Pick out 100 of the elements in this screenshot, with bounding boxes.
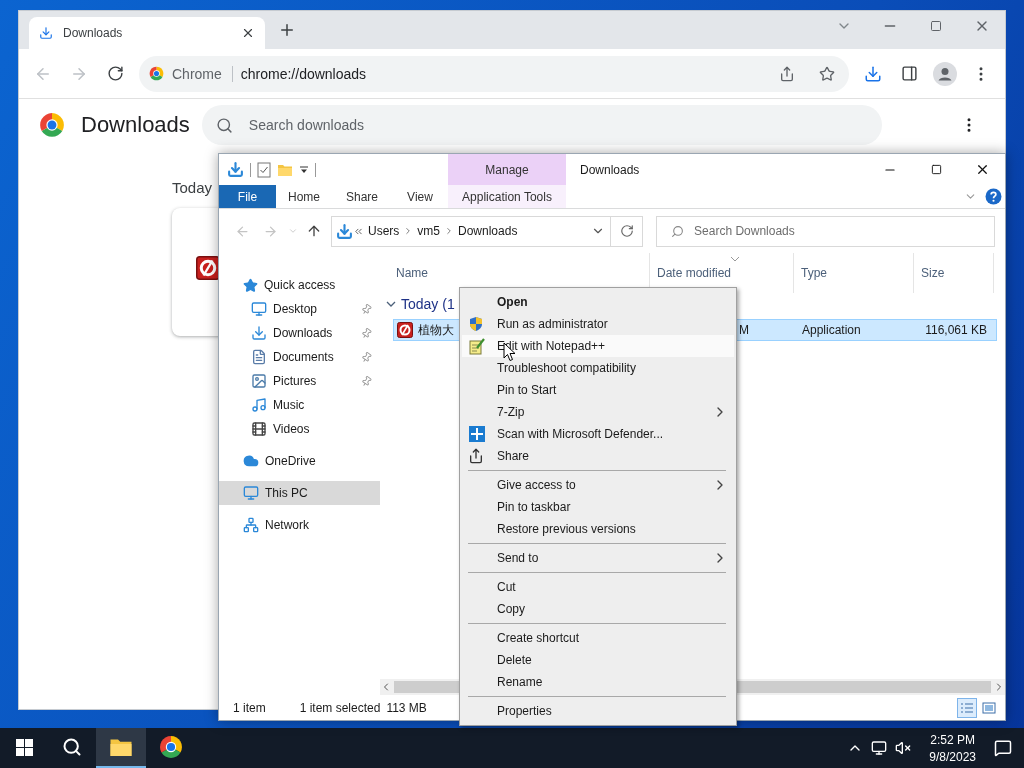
menu-item[interactable]: Scan with Microsoft Defender... — [462, 423, 734, 445]
address-bar[interactable]: Chrome chrome://downloads — [139, 55, 849, 92]
document-icon — [251, 349, 267, 365]
sort-chevron-icon — [730, 256, 740, 262]
menu-item[interactable]: Open — [462, 291, 734, 313]
menu-item[interactable]: Rename — [462, 671, 734, 693]
file-menu-button[interactable]: File — [219, 185, 276, 208]
nav-item[interactable]: Pictures — [219, 369, 380, 393]
nav-item[interactable]: Documents — [219, 345, 380, 369]
download-icon — [39, 26, 53, 40]
selection-size: 113 MB — [386, 700, 427, 715]
new-tab-icon[interactable] — [278, 21, 296, 39]
window-title: Downloads — [580, 162, 640, 177]
nav-item[interactable]: Network — [219, 513, 380, 537]
shield-icon — [468, 316, 484, 332]
side-panel-icon[interactable] — [900, 65, 918, 82]
up-icon[interactable] — [306, 223, 322, 239]
monitor-icon — [251, 301, 267, 317]
manage-tab-header: Manage — [448, 154, 566, 185]
muted-volume-icon[interactable] — [895, 740, 912, 756]
download-icon — [336, 222, 353, 240]
download-icon[interactable] — [864, 64, 882, 83]
details-list-icon — [960, 701, 974, 714]
date-heading: Today — [172, 179, 214, 196]
menu-item[interactable]: Send to — [462, 547, 734, 569]
menu-item[interactable]: Restore previous versions — [462, 518, 734, 540]
app-icon — [397, 322, 413, 338]
breadcrumb-item[interactable]: vm5 — [417, 224, 440, 238]
search-field[interactable]: Search Downloads — [656, 215, 995, 247]
column-header[interactable]: Size — [914, 253, 994, 293]
refresh-icon[interactable] — [619, 224, 634, 238]
menu-item[interactable]: Troubleshoot compatibility — [462, 357, 734, 379]
menu-item[interactable]: Share — [462, 445, 734, 467]
properties-icon[interactable] — [257, 161, 271, 178]
menu-item[interactable]: Copy — [462, 598, 734, 620]
help-icon[interactable] — [984, 187, 1002, 205]
search-icon — [62, 737, 82, 757]
music-icon — [251, 397, 267, 413]
nav-item[interactable]: This PC — [219, 481, 380, 505]
date-text: M — [739, 323, 749, 337]
menu-item[interactable]: Pin to Start — [462, 379, 734, 401]
share-icon — [468, 448, 484, 464]
star-icon — [243, 277, 258, 293]
column-header[interactable]: Type — [794, 253, 914, 293]
nav-item[interactable]: Quick access — [219, 273, 380, 297]
download-icon — [251, 325, 267, 341]
chrome-logo-icon — [149, 66, 164, 81]
breadcrumb-item[interactable]: Users — [368, 224, 400, 238]
search-icon — [215, 116, 233, 134]
film-icon — [251, 421, 267, 437]
menu-item[interactable]: Cut — [462, 576, 734, 598]
defender-icon — [468, 425, 486, 443]
url-text: chrome://downloads — [240, 65, 367, 82]
nav-item[interactable]: Downloads — [219, 321, 380, 345]
monitor-icon — [243, 485, 259, 501]
menu-item[interactable]: Run as administrator — [462, 313, 734, 335]
customize-dropdown-icon[interactable] — [299, 164, 309, 175]
maximize-icon[interactable] — [930, 164, 942, 175]
breadcrumb-item[interactable]: Downloads — [458, 224, 518, 238]
close-icon[interactable] — [241, 26, 255, 40]
bookmark-star-icon[interactable] — [819, 65, 835, 82]
size-text: 116,061 KB — [925, 323, 987, 337]
time-text: 2:52 PM — [930, 732, 975, 747]
profile-avatar[interactable] — [933, 61, 957, 86]
menu-item[interactable]: Delete — [462, 649, 734, 671]
ribbon-tab[interactable]: Share — [332, 185, 392, 208]
contextual-ribbon-tab[interactable]: Application Tools — [448, 185, 566, 208]
menu-item[interactable]: Create shortcut — [462, 627, 734, 649]
menu-item[interactable]: Give access to — [462, 474, 734, 496]
notepad-icon — [468, 337, 486, 355]
ribbon-tab[interactable]: View — [392, 185, 448, 208]
nav-item[interactable]: OneDrive — [219, 449, 380, 473]
taskbar-button[interactable] — [96, 728, 146, 768]
thumbnail-icon — [982, 701, 996, 714]
download-icon[interactable] — [227, 161, 244, 178]
menu-item[interactable]: Pin to taskbar — [462, 496, 734, 518]
group-heading: Today (1 — [401, 296, 455, 312]
file-name: 植物大 — [418, 321, 454, 339]
site-chip: Chrome — [172, 65, 233, 82]
menu-item[interactable]: Properties — [462, 700, 734, 722]
menu-item[interactable]: 7-Zip — [462, 401, 734, 423]
ribbon-tab[interactable]: Home — [276, 185, 332, 208]
maximize-icon[interactable] — [930, 20, 942, 32]
start-icon[interactable] — [15, 738, 33, 756]
address-bar[interactable]: Users vm5 Downloads — [331, 215, 644, 247]
share-icon[interactable] — [779, 65, 795, 82]
search-icon — [671, 224, 685, 238]
clock[interactable]: 2:52 PM 9/8/2023 — [929, 732, 976, 764]
nav-item[interactable]: Desktop — [219, 297, 380, 321]
chrome-logo-icon — [39, 112, 65, 138]
date-text: 9/8/2023 — [929, 749, 976, 764]
search-field[interactable]: Search downloads — [201, 105, 882, 145]
nav-item[interactable]: Videos — [219, 417, 380, 441]
selection-info: 1 item selected — [299, 700, 381, 715]
cloud-icon — [243, 453, 259, 469]
nav-item[interactable]: Music — [219, 393, 380, 417]
chrome-logo-icon — [159, 735, 183, 759]
notification-icon[interactable] — [994, 739, 1012, 757]
image-icon — [251, 373, 267, 389]
reload-icon[interactable] — [106, 65, 124, 82]
